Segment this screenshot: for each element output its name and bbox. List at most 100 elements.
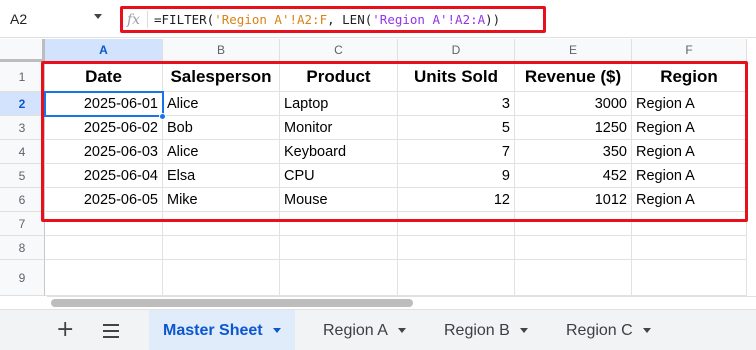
tab-label: Master Sheet [163, 321, 263, 339]
header-cell-date[interactable]: Date [45, 62, 163, 92]
chevron-down-icon[interactable] [272, 328, 281, 333]
table-cell[interactable]: 350 [515, 140, 632, 164]
table-cell[interactable]: Region A [632, 92, 747, 116]
name-box[interactable]: A2 [0, 0, 112, 38]
row-header-6[interactable]: 6 [0, 188, 45, 212]
scrollbar-thumb[interactable] [51, 299, 413, 307]
formula-prefix: =FILTER( [154, 12, 215, 27]
row-header-1[interactable]: 1 [0, 62, 45, 92]
empty-cell[interactable] [632, 260, 747, 296]
table-cell[interactable]: 1250 [515, 116, 632, 140]
table-cell[interactable]: Region A [632, 140, 747, 164]
column-header-f[interactable]: F [632, 39, 747, 62]
table-cell[interactable]: 2025-06-04 [45, 164, 163, 188]
chevron-down-icon[interactable] [519, 328, 528, 333]
table-cell[interactable]: Keyboard [280, 140, 398, 164]
table-cell[interactable]: CPU [280, 164, 398, 188]
table-cell[interactable]: Laptop [280, 92, 398, 116]
horizontal-scrollbar[interactable] [47, 296, 756, 308]
empty-cell[interactable] [45, 260, 163, 296]
table-cell[interactable]: 2025-06-03 [45, 140, 163, 164]
row-header-9[interactable]: 9 [0, 260, 45, 296]
empty-cell[interactable] [45, 236, 163, 260]
row-header-2[interactable]: 2 [0, 92, 45, 116]
formula-bar: A2 fx =FILTER('Region A'!A2:F, LEN('Regi… [0, 0, 756, 38]
table-cell[interactable]: Monitor [280, 116, 398, 140]
table-cell[interactable]: Alice [163, 92, 280, 116]
header-cell-region[interactable]: Region [632, 62, 747, 92]
menu-icon[interactable] [103, 324, 119, 342]
chevron-down-icon[interactable] [94, 14, 102, 19]
column-header-c[interactable]: C [280, 39, 398, 62]
tab-region-b[interactable]: Region B [430, 310, 542, 350]
table-cell[interactable]: 2025-06-01 [45, 92, 163, 116]
table-cell[interactable]: Elsa [163, 164, 280, 188]
header-cell-units-sold[interactable]: Units Sold [398, 62, 515, 92]
formula-mid: , LEN( [327, 12, 373, 27]
cell-reference: A2 [10, 11, 28, 27]
empty-cell[interactable] [163, 260, 280, 296]
formula-range-2: 'Region A'!A2:A [372, 12, 486, 27]
tab-region-c[interactable]: Region C [552, 310, 665, 350]
empty-cell[interactable] [163, 212, 280, 236]
table-cell[interactable]: Region A [632, 116, 747, 140]
table-cell[interactable]: Alice [163, 140, 280, 164]
row-header-3[interactable]: 3 [0, 116, 45, 140]
table-cell[interactable]: 7 [398, 140, 515, 164]
column-header-e[interactable]: E [515, 39, 632, 62]
empty-cell[interactable] [398, 236, 515, 260]
tab-region-a[interactable]: Region A [309, 310, 420, 350]
fill-handle[interactable] [159, 113, 166, 120]
empty-cell[interactable] [280, 212, 398, 236]
empty-cell[interactable] [398, 212, 515, 236]
column-header-d[interactable]: D [398, 39, 515, 62]
empty-cell[interactable] [515, 212, 632, 236]
table-cell[interactable]: 2025-06-05 [45, 188, 163, 212]
header-cell-product[interactable]: Product [280, 62, 398, 92]
tab-label: Region B [444, 321, 510, 339]
empty-cell[interactable] [163, 236, 280, 260]
row-header-4[interactable]: 4 [0, 140, 45, 164]
empty-cell[interactable] [515, 236, 632, 260]
tab-label: Region C [566, 321, 633, 339]
row-header-7[interactable]: 7 [0, 212, 45, 236]
table-cell[interactable]: 1012 [515, 188, 632, 212]
table-cell[interactable]: Mouse [280, 188, 398, 212]
formula-suffix: )) [485, 12, 501, 27]
plus-icon[interactable]: + [56, 319, 74, 341]
table-cell[interactable]: 3 [398, 92, 515, 116]
tab-master-sheet[interactable]: Master Sheet [149, 310, 295, 350]
table-cell[interactable]: Region A [632, 164, 747, 188]
table-cell[interactable]: 3000 [515, 92, 632, 116]
empty-cell[interactable] [280, 260, 398, 296]
column-header-a[interactable]: A [45, 39, 163, 62]
select-all-corner[interactable] [0, 39, 45, 62]
table-cell[interactable]: 5 [398, 116, 515, 140]
header-cell-salesperson[interactable]: Salesperson [163, 62, 280, 92]
empty-cell[interactable] [280, 236, 398, 260]
row-header-8[interactable]: 8 [0, 236, 45, 260]
column-header-b[interactable]: B [163, 39, 280, 62]
formula-range-1: 'Region A'!A2:F [214, 12, 328, 27]
empty-cell[interactable] [515, 260, 632, 296]
divider [147, 11, 148, 28]
empty-cell[interactable] [398, 260, 515, 296]
empty-cell[interactable] [45, 212, 163, 236]
fx-icon: fx [127, 11, 141, 28]
chevron-down-icon[interactable] [397, 328, 406, 333]
sheet-tabs-bar: + Master Sheet Region A Region B Region … [0, 309, 756, 350]
formula-input[interactable]: fx =FILTER('Region A'!A2:F, LEN('Region … [120, 6, 546, 33]
table-cell[interactable]: 9 [398, 164, 515, 188]
table-cell[interactable]: Region A [632, 188, 747, 212]
empty-cell[interactable] [632, 212, 747, 236]
formula-text: =FILTER('Region A'!A2:F, LEN('Region A'!… [154, 12, 500, 27]
table-cell[interactable]: 452 [515, 164, 632, 188]
table-cell[interactable]: 12 [398, 188, 515, 212]
chevron-down-icon[interactable] [642, 328, 651, 333]
empty-cell[interactable] [632, 236, 747, 260]
header-cell-revenue[interactable]: Revenue ($) [515, 62, 632, 92]
table-cell[interactable]: Mike [163, 188, 280, 212]
row-header-5[interactable]: 5 [0, 164, 45, 188]
table-cell[interactable]: Bob [163, 116, 280, 140]
table-cell[interactable]: 2025-06-02 [45, 116, 163, 140]
